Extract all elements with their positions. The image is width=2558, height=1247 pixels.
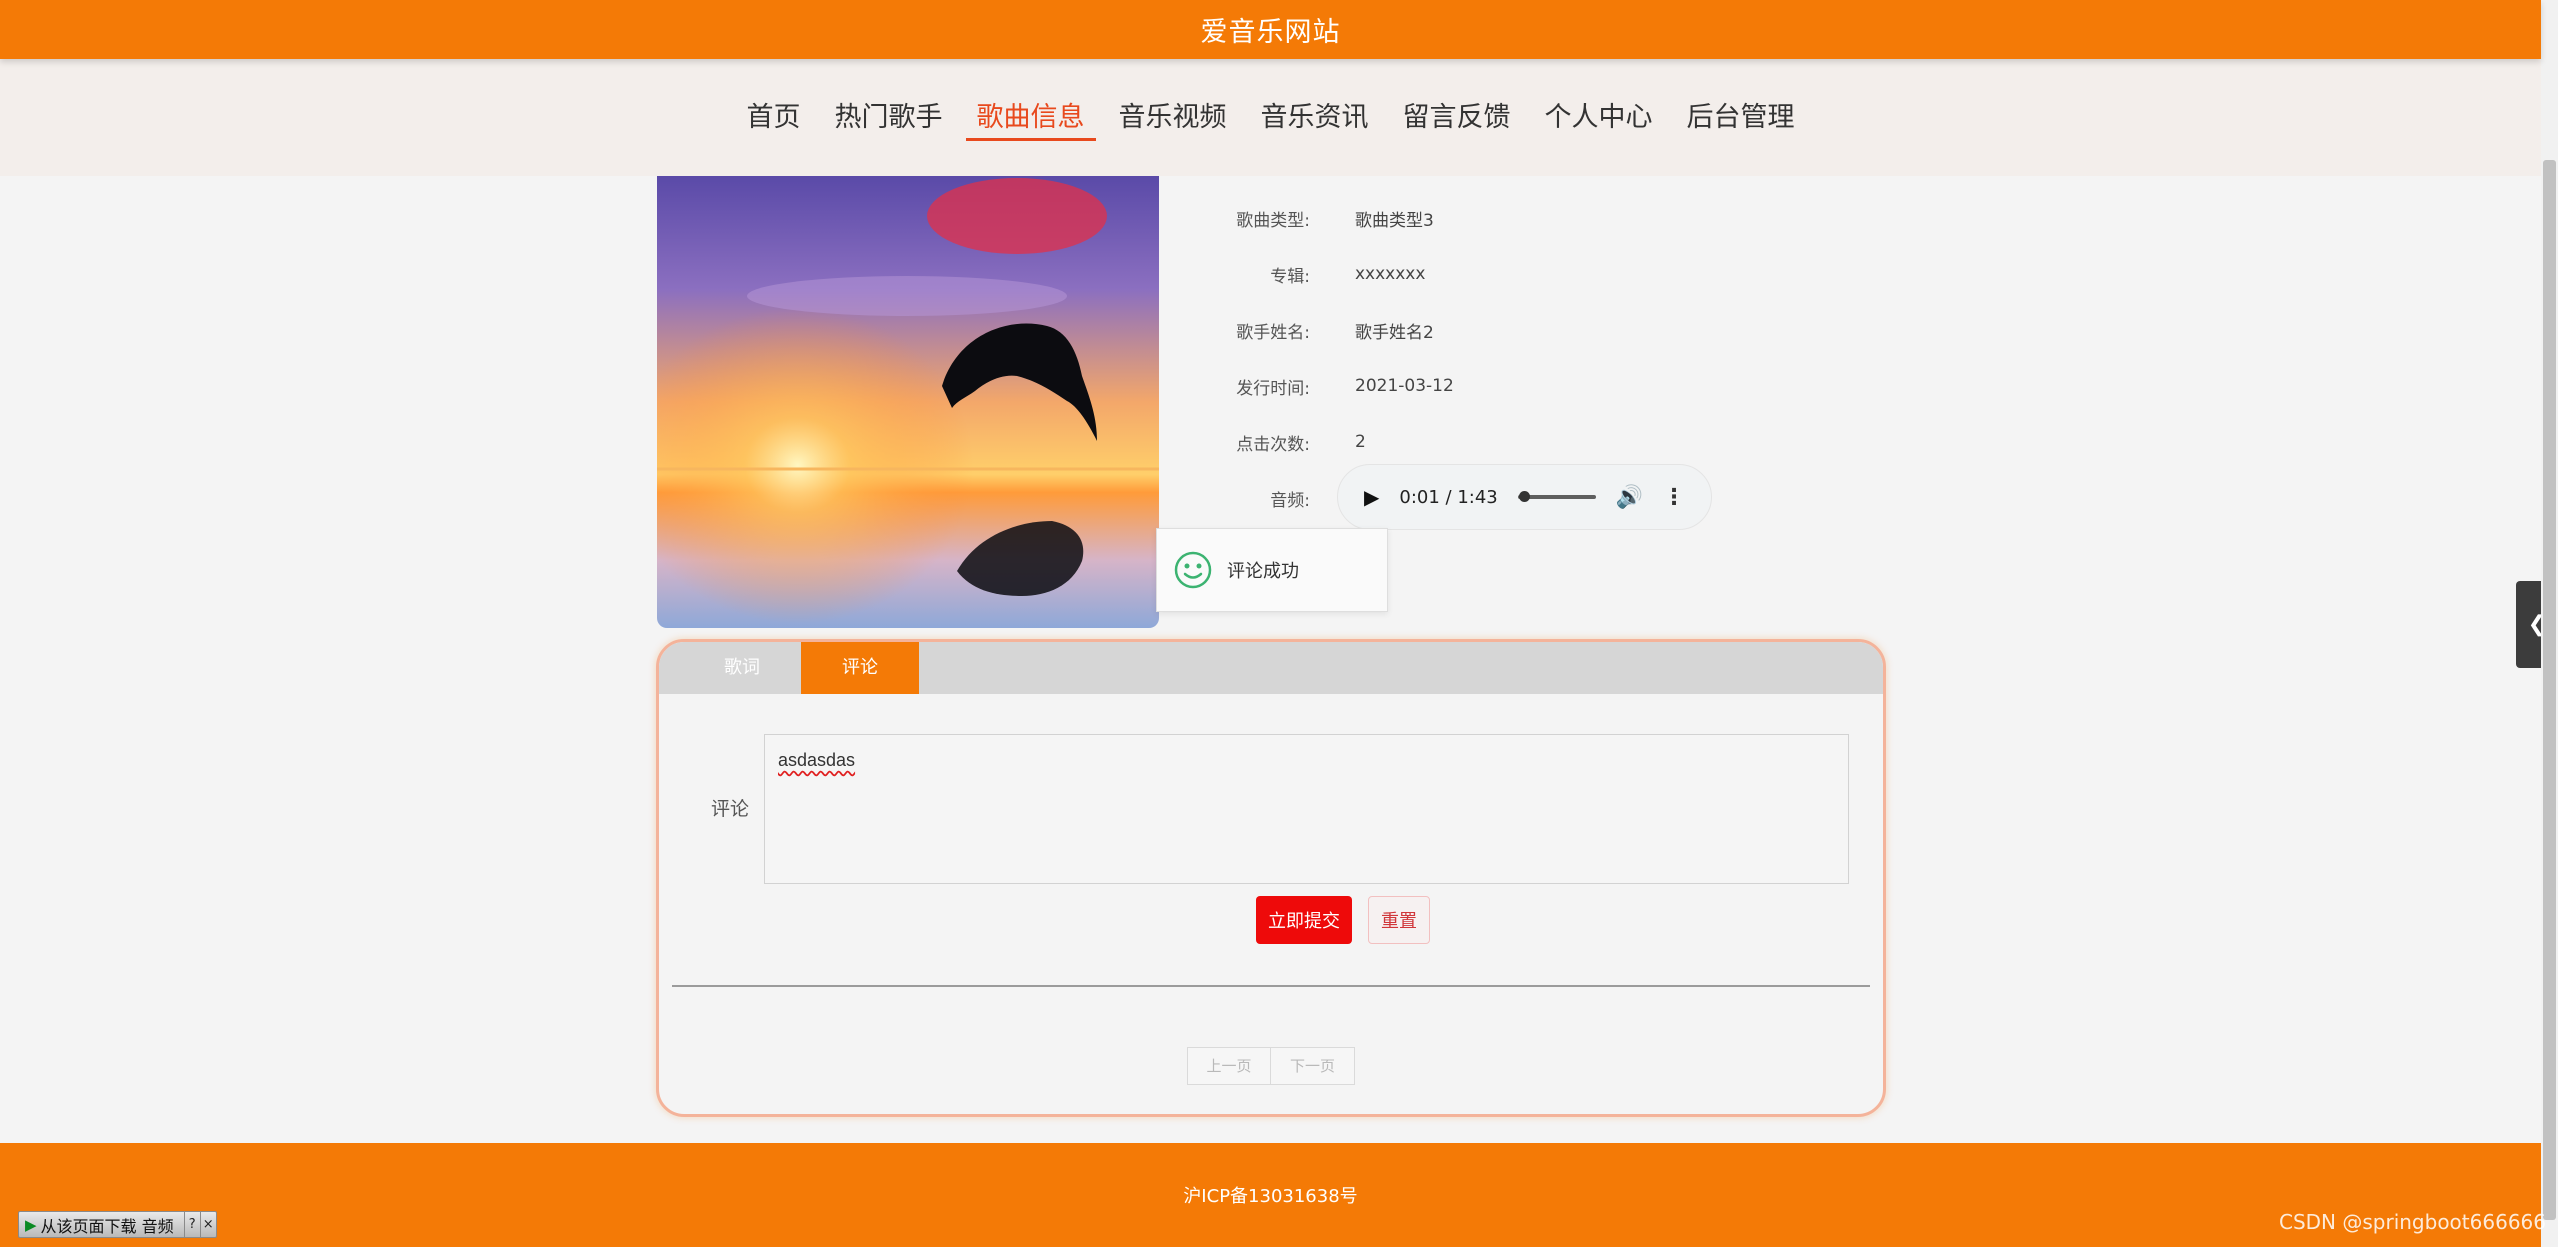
audio-progress-bar[interactable] [1517,491,1596,502]
info-row-album: 专辑: xxxxxxx [1180,246,1454,302]
download-toolbar: ▶ 从该页面下载 音频 ? × [18,1211,217,1238]
sunset-dolphin-image [657,176,1159,628]
play-icon: ▶ [25,1215,37,1234]
play-icon[interactable]: ▶ [1364,485,1379,509]
field-label: 点击次数: [1236,434,1310,455]
info-row-clicks: 点击次数: 2 [1180,414,1454,470]
field-label: 歌手姓名: [1236,322,1310,343]
volume-icon[interactable]: 🔊 [1616,485,1643,510]
site-header: 爱音乐网站 [0,0,2541,59]
nav-item-personal-center[interactable]: 个人中心 [1534,77,1664,159]
nav-item-song-info[interactable]: 歌曲信息 [965,77,1096,159]
scrollbar[interactable] [2541,0,2558,1247]
icp-record[interactable]: 沪ICP备13031638号 [1183,1182,1357,1208]
nav-item-admin[interactable]: 后台管理 [1676,77,1806,159]
audio-player: ▶ 0:01 / 1:43 🔊 ⋮ [1337,464,1712,530]
field-value: 2021-03-12 [1355,376,1454,396]
main-nav: 首页 热门歌手 歌曲信息 音乐视频 音乐资讯 留言反馈 个人中心 后台管理 [0,59,2541,176]
comment-text: asdasdas [778,750,856,770]
info-row-type: 歌曲类型: 歌曲类型3 [1180,190,1454,246]
more-options-icon[interactable]: ⋮ [1663,485,1685,510]
comment-textarea[interactable]: asdasdas [764,734,1849,884]
download-label: 从该页面下载 音频 [40,1216,174,1236]
field-label: 歌曲类型: [1236,210,1310,231]
smile-icon [1174,551,1212,589]
site-footer: 沪ICP备13031638号 [0,1143,2541,1247]
prev-page-button[interactable]: 上一页 [1187,1047,1271,1085]
lyrics-comment-panel: 歌词 评论 评论 asdasdas 立即提交 重置 上一页 下一页 [656,639,1886,1117]
audio-progress-knob[interactable] [1518,491,1530,502]
nav-item-home[interactable]: 首页 [736,77,812,159]
field-label: 专辑: [1270,266,1310,287]
watermark: CSDN @springboot666666 [2278,1210,2546,1234]
field-value: xxxxxxx [1355,264,1426,284]
help-button[interactable]: ? [183,1212,200,1237]
close-button[interactable]: × [199,1212,216,1237]
field-value: 歌手姓名2 [1355,322,1434,343]
song-cover-image [657,176,1159,628]
nav-item-hot-singers[interactable]: 热门歌手 [824,77,954,159]
tab-bar: 歌词 评论 [659,642,1883,694]
comment-label: 评论 [711,798,750,820]
download-audio-button[interactable]: ▶ 从该页面下载 音频 [19,1212,184,1237]
toast-message: 评论成功 [1227,561,1299,582]
toast-notification: 评论成功 [1156,528,1388,612]
divider [672,985,1870,987]
tab-lyrics[interactable]: 歌词 [683,642,801,694]
info-row-release-date: 发行时间: 2021-03-12 [1180,358,1454,414]
nav-item-music-news[interactable]: 音乐资讯 [1250,77,1380,159]
audio-time: 0:01 / 1:43 [1399,486,1498,508]
tab-comments[interactable]: 评论 [801,642,919,694]
scrollbar-thumb[interactable] [2543,160,2556,1220]
nav-item-music-video[interactable]: 音乐视频 [1108,77,1238,159]
next-page-button[interactable]: 下一页 [1271,1047,1355,1085]
submit-button[interactable]: 立即提交 [1256,896,1352,944]
info-row-singer: 歌手姓名: 歌手姓名2 [1180,302,1454,358]
field-label: 发行时间: [1236,378,1310,399]
site-title: 爱音乐网站 [1200,17,1341,48]
reset-button[interactable]: 重置 [1368,896,1430,944]
field-value: 歌曲类型3 [1355,210,1434,231]
field-value: 2 [1355,432,1366,452]
nav-item-feedback[interactable]: 留言反馈 [1392,77,1522,159]
nav-list: 首页 热门歌手 歌曲信息 音乐视频 音乐资讯 留言反馈 个人中心 后台管理 [736,77,1806,159]
audio-label: 音频: [1270,490,1310,511]
pagination: 上一页 下一页 [1187,1047,1355,1085]
